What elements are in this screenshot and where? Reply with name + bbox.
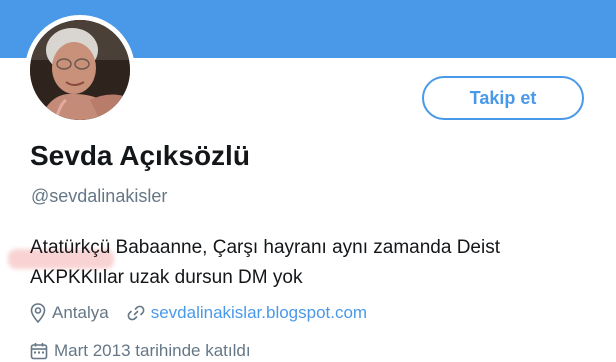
link-icon	[127, 304, 145, 322]
display-name: Sevda Açıksözlü	[30, 140, 250, 171]
joined-date-text: Mart 2013 tarihinde katıldı	[54, 341, 251, 360]
avatar[interactable]	[30, 20, 130, 120]
profile-meta-row: Antalya sevdalinakislar.blogspot.com	[30, 302, 367, 324]
location-pin-icon	[30, 303, 46, 323]
follow-button[interactable]: Takip et	[422, 76, 584, 120]
bio-line-1-text: Babaanne, Çarşı hayranı aynı zamanda Dei…	[110, 237, 500, 258]
bio-line-1: Atatürkçü Babaanne, Çarşı hayranı aynı z…	[30, 233, 590, 263]
calendar-icon	[30, 342, 48, 360]
profile-bio: Atatürkçü Babaanne, Çarşı hayranı aynı z…	[30, 233, 590, 293]
bio-highlighted-word: Atatürkçü	[30, 237, 111, 258]
user-handle: @sevdalinakisler	[31, 186, 168, 206]
joined-row: Mart 2013 tarihinde katıldı	[30, 340, 251, 362]
website-link[interactable]: sevdalinakislar.blogspot.com	[151, 303, 367, 323]
bio-line-2: AKPKKlılar uzak dursun DM yok	[30, 267, 303, 288]
avatar-photo	[30, 20, 130, 120]
location-text: Antalya	[52, 303, 109, 322]
